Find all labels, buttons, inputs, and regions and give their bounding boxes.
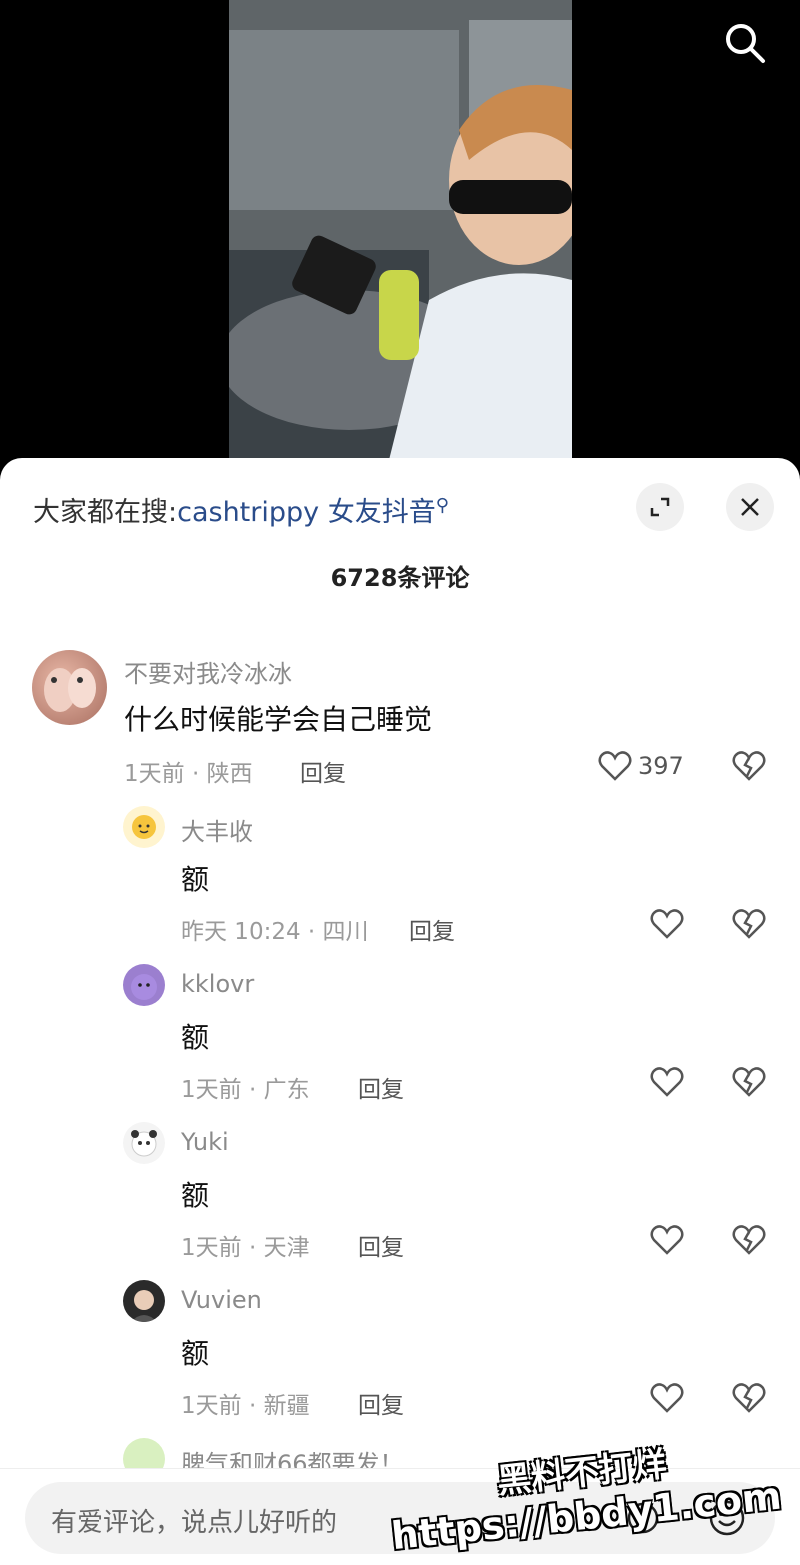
heart-icon <box>650 1067 684 1097</box>
search-small-icon: ⚲ <box>435 495 449 516</box>
avatar[interactable] <box>123 1280 165 1322</box>
video-frame[interactable] <box>229 0 572 460</box>
reply-button[interactable]: 回复 <box>358 1070 404 1104</box>
heart-icon <box>598 751 632 781</box>
photo-avatar-image <box>131 1290 157 1322</box>
dislike-button[interactable] <box>732 908 766 944</box>
avatar[interactable] <box>123 1122 165 1164</box>
dislike-button[interactable] <box>732 1382 766 1418</box>
comment-sheet: 大家都在搜:cashtrippy 女友抖音⚲ 6728条评论 不要对我冷冰冰 什… <box>0 458 800 1565</box>
trending-keyword[interactable]: cashtrippy 女友抖音 <box>177 497 436 528</box>
avatar[interactable] <box>123 964 165 1006</box>
reply-text: 额 <box>181 1337 210 1370</box>
like-button[interactable]: 397 <box>598 750 684 782</box>
like-button[interactable] <box>650 908 684 940</box>
reply-text: 额 <box>181 863 210 896</box>
reply-text: 额 <box>181 1021 210 1054</box>
reply-button[interactable]: 回复 <box>358 1228 404 1262</box>
reply-button[interactable]: 回复 <box>300 754 346 788</box>
heart-icon <box>650 909 684 939</box>
expand-button[interactable] <box>636 483 684 531</box>
reply-time-location: 昨天 10:24 · 四川 <box>181 919 369 945</box>
broken-heart-icon <box>732 1383 766 1413</box>
reply-username[interactable]: kklovr <box>181 970 254 998</box>
expand-icon <box>650 497 670 517</box>
broken-heart-icon <box>732 751 766 781</box>
purple-avatar-image <box>131 974 157 1000</box>
search-button[interactable] <box>722 20 768 66</box>
video-scene <box>229 0 572 460</box>
heart-icon <box>650 1225 684 1255</box>
search-icon <box>726 24 765 63</box>
comment-time-location: 1天前 · 陕西 <box>124 761 253 787</box>
panda-avatar-image <box>131 1130 157 1157</box>
dislike-button[interactable] <box>732 1066 766 1102</box>
comment-username[interactable]: 不要对我冷冰冰 <box>124 654 292 689</box>
video-area[interactable] <box>0 0 800 470</box>
broken-heart-icon <box>732 909 766 939</box>
reply-time-location: 1天前 · 新疆 <box>181 1393 310 1419</box>
like-button[interactable] <box>650 1382 684 1414</box>
like-button[interactable] <box>650 1066 684 1098</box>
heart-icon <box>650 1383 684 1413</box>
reply-username[interactable]: Yuki <box>181 1128 229 1156</box>
dislike-button[interactable] <box>732 750 766 786</box>
comment-count: 6728条评论 <box>330 564 470 592</box>
avatar[interactable] <box>32 650 107 725</box>
like-button[interactable] <box>650 1224 684 1256</box>
reply-time-location: 1天前 · 广东 <box>181 1077 310 1103</box>
reply-button[interactable]: 回复 <box>409 912 455 946</box>
sun-avatar-image <box>132 815 156 839</box>
trending-prefix: 大家都在搜: <box>33 497 178 528</box>
like-count: 397 <box>638 752 684 780</box>
reply-time-location: 1天前 · 天津 <box>181 1235 310 1261</box>
close-icon <box>741 498 759 516</box>
reply-text: 额 <box>181 1179 210 1212</box>
comment-text: 什么时候能学会自己睡觉 <box>124 703 433 736</box>
broken-heart-icon <box>732 1225 766 1255</box>
broken-heart-icon <box>732 1067 766 1097</box>
avatar[interactable] <box>123 806 165 848</box>
dislike-button[interactable] <box>732 1224 766 1260</box>
avatar-image <box>44 668 96 712</box>
reply-button[interactable]: 回复 <box>358 1386 404 1420</box>
reply-username[interactable]: Vuvien <box>181 1286 262 1314</box>
close-button[interactable] <box>726 483 774 531</box>
reply-username[interactable]: 大丰收 <box>181 812 253 847</box>
comment-input-placeholder: 有爱评论，说点儿好听的 <box>51 1508 338 1538</box>
trending-search[interactable]: 大家都在搜:cashtrippy 女友抖音⚲ <box>33 490 449 529</box>
